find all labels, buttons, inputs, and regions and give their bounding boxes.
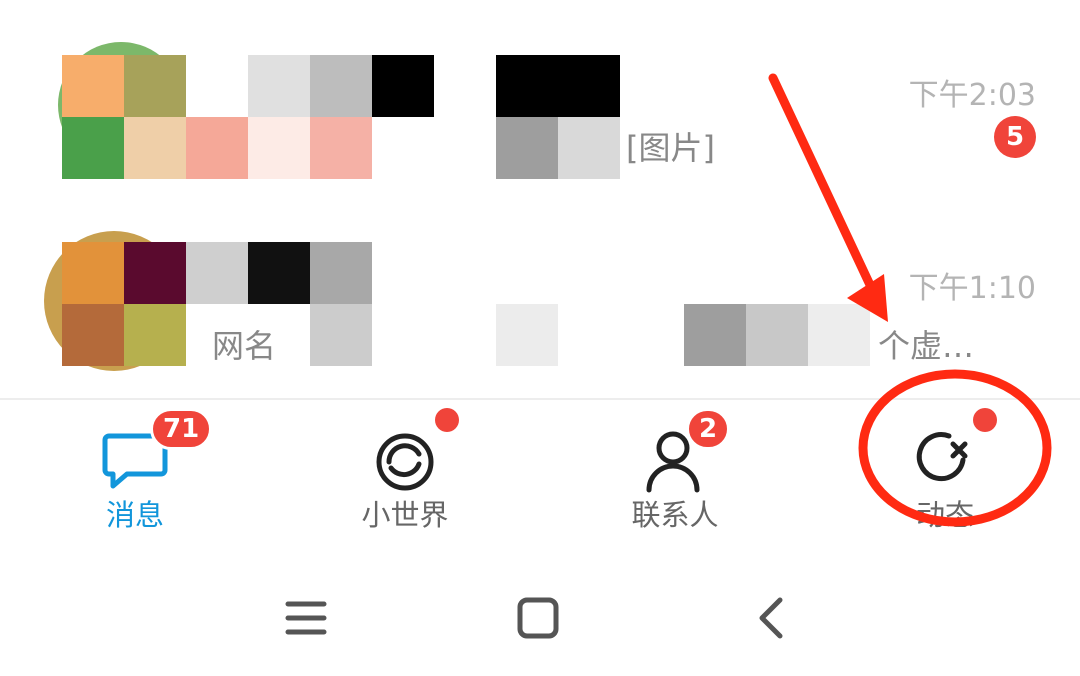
- chat-row[interactable]: 网名 个虚… 下午1:10: [0, 205, 1080, 385]
- message-time: 下午2:03: [908, 78, 1036, 113]
- notification-dot: [973, 408, 997, 432]
- home-icon[interactable]: [498, 578, 578, 658]
- tab-small-world[interactable]: 小世界: [270, 400, 540, 548]
- message-time: 下午1:10: [908, 271, 1036, 306]
- blurred-avatar-mosaic: [62, 55, 186, 179]
- message-preview-left: 网名: [212, 327, 277, 365]
- blurred-text-mosaic: [684, 304, 870, 366]
- system-navigation-bar: [0, 548, 1080, 676]
- tab-label: 小世界: [361, 498, 449, 532]
- unread-count-badge: 2: [686, 408, 731, 450]
- blurred-name-mosaic: [186, 55, 620, 179]
- unread-count-badge: 71: [150, 408, 213, 450]
- blurred-text-mosaic: [496, 304, 682, 366]
- blurred-name-mosaic: [186, 242, 372, 304]
- tab-label: 动态: [915, 498, 974, 532]
- blurred-text-mosaic: [310, 304, 372, 366]
- tab-label: 联系人: [631, 498, 719, 532]
- back-icon[interactable]: [732, 578, 812, 658]
- small-world-icon: [376, 433, 434, 491]
- notification-dot: [435, 408, 459, 432]
- chat-list: [图片] 下午2:03 5 网名 个虚… 下午1:10: [0, 0, 1080, 398]
- message-preview: [图片]: [626, 129, 715, 167]
- unread-count-badge: 5: [994, 116, 1036, 158]
- blurred-avatar-mosaic: [62, 242, 186, 366]
- bottom-tab-bar: 71 消息 小世界 2 联系人 动态: [0, 400, 1080, 548]
- tab-label: 消息: [105, 498, 164, 532]
- message-preview-right: 个虚…: [878, 327, 975, 365]
- menu-icon[interactable]: [266, 578, 346, 658]
- tab-messages[interactable]: 71 消息: [0, 400, 270, 548]
- tab-contacts[interactable]: 2 联系人: [540, 400, 810, 548]
- tab-moments[interactable]: 动态: [810, 400, 1080, 548]
- chat-row[interactable]: [图片] 下午2:03 5: [0, 18, 1080, 198]
- moments-icon: [916, 432, 968, 482]
